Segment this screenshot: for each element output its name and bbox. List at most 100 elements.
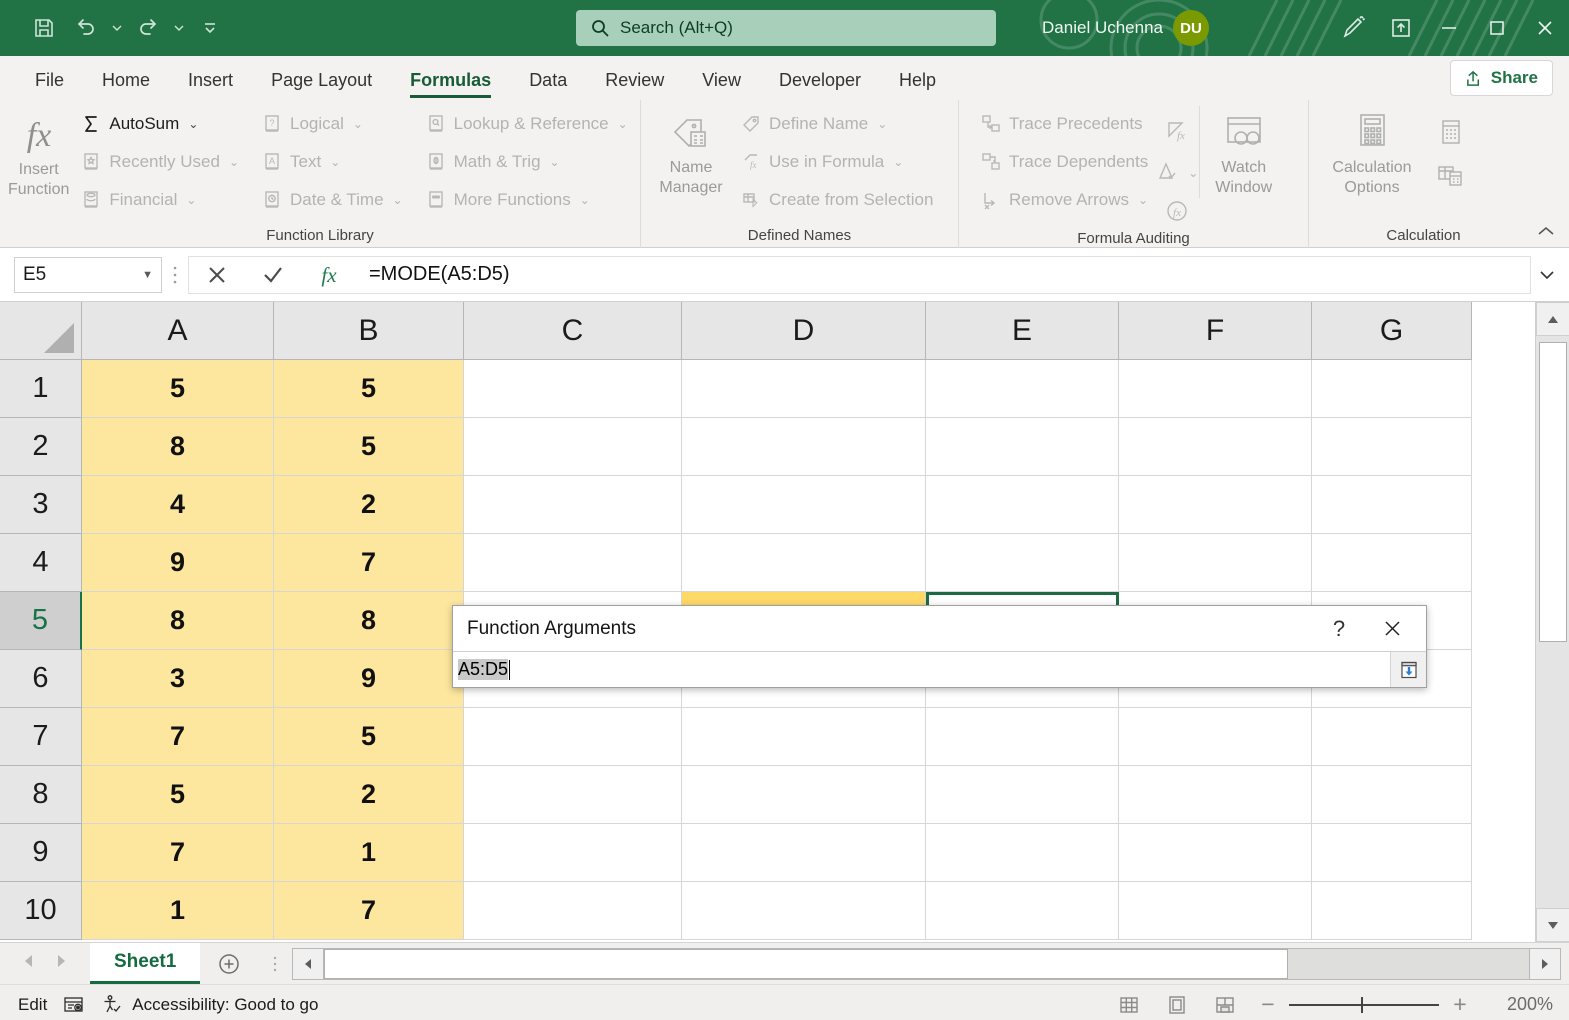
zoom-slider-handle[interactable] xyxy=(1361,996,1363,1013)
record-macro-button[interactable] xyxy=(63,994,85,1016)
cell-D8[interactable] xyxy=(682,766,926,824)
cell-C3[interactable] xyxy=(464,476,682,534)
share-button[interactable]: Share xyxy=(1449,60,1553,96)
column-header-f[interactable]: F xyxy=(1119,302,1312,360)
dialog-help-button[interactable]: ? xyxy=(1318,606,1360,651)
cell-B2[interactable]: 5 xyxy=(274,418,464,476)
cell-E9[interactable] xyxy=(926,824,1119,882)
previous-sheet-button[interactable] xyxy=(22,953,36,974)
page-break-preview-button[interactable] xyxy=(1203,989,1247,1020)
tab-data[interactable]: Data xyxy=(510,60,586,100)
cell-E1[interactable] xyxy=(926,360,1119,418)
cell-A10[interactable]: 1 xyxy=(82,882,274,940)
cell-D7[interactable] xyxy=(682,708,926,766)
accessibility-status[interactable]: Accessibility: Good to go xyxy=(101,994,318,1016)
cell-C2[interactable] xyxy=(464,418,682,476)
vertical-scroll-thumb[interactable] xyxy=(1539,342,1567,642)
zoom-out-button[interactable]: − xyxy=(1251,989,1285,1020)
row-header-7[interactable]: 7 xyxy=(0,708,82,766)
insert-function-button[interactable]: fx Insert Function xyxy=(8,106,69,200)
cell-F3[interactable] xyxy=(1119,476,1312,534)
argument-input[interactable]: A5:D5 xyxy=(453,652,1390,687)
vertical-scrollbar[interactable] xyxy=(1535,302,1569,942)
column-header-b[interactable]: B xyxy=(274,302,464,360)
page-layout-view-button[interactable] xyxy=(1155,989,1199,1020)
cell-G4[interactable] xyxy=(1312,534,1472,592)
cell-E3[interactable] xyxy=(926,476,1119,534)
next-sheet-button[interactable] xyxy=(54,953,68,974)
cell-F8[interactable] xyxy=(1119,766,1312,824)
cell-F9[interactable] xyxy=(1119,824,1312,882)
cell-A5[interactable]: 8 xyxy=(82,592,274,650)
horizontal-scroll-thumb[interactable] xyxy=(324,948,1289,979)
cell-F1[interactable] xyxy=(1119,360,1312,418)
cell-E2[interactable] xyxy=(926,418,1119,476)
undo-dropdown[interactable] xyxy=(108,8,126,48)
tab-developer[interactable]: Developer xyxy=(760,60,880,100)
insert-function-bar-button[interactable]: fx xyxy=(301,256,357,294)
minimize-button[interactable] xyxy=(1425,0,1473,56)
cell-B9[interactable]: 1 xyxy=(274,824,464,882)
redo-button[interactable] xyxy=(128,8,168,48)
zoom-level[interactable]: 200% xyxy=(1481,994,1553,1015)
tab-insert[interactable]: Insert xyxy=(169,60,252,100)
cell-G7[interactable] xyxy=(1312,708,1472,766)
tab-view[interactable]: View xyxy=(683,60,760,100)
row-header-3[interactable]: 3 xyxy=(0,476,82,534)
cell-A3[interactable]: 4 xyxy=(82,476,274,534)
maximize-button[interactable] xyxy=(1473,0,1521,56)
cell-A8[interactable]: 5 xyxy=(82,766,274,824)
cell-E10[interactable] xyxy=(926,882,1119,940)
row-header-6[interactable]: 6 xyxy=(0,650,82,708)
cell-A6[interactable]: 3 xyxy=(82,650,274,708)
cell-F4[interactable] xyxy=(1119,534,1312,592)
cell-C9[interactable] xyxy=(464,824,682,882)
tab-formulas[interactable]: Formulas xyxy=(391,60,510,100)
row-header-8[interactable]: 8 xyxy=(0,766,82,824)
cell-B10[interactable]: 7 xyxy=(274,882,464,940)
name-box[interactable]: E5 ▼ xyxy=(14,256,162,293)
cell-A7[interactable]: 7 xyxy=(82,708,274,766)
cell-C4[interactable] xyxy=(464,534,682,592)
add-sheet-button[interactable] xyxy=(200,943,258,984)
cell-C8[interactable] xyxy=(464,766,682,824)
cell-D9[interactable] xyxy=(682,824,926,882)
cell-G10[interactable] xyxy=(1312,882,1472,940)
formula-input[interactable]: =MODE(A5:D5) xyxy=(357,255,1531,294)
ribbon-display-options-button[interactable] xyxy=(1377,0,1425,56)
column-header-g[interactable]: G xyxy=(1312,302,1472,360)
cell-A2[interactable]: 8 xyxy=(82,418,274,476)
cell-G1[interactable] xyxy=(1312,360,1472,418)
cell-E8[interactable] xyxy=(926,766,1119,824)
customize-qat-button[interactable] xyxy=(190,8,230,48)
cell-B7[interactable]: 5 xyxy=(274,708,464,766)
column-header-c[interactable]: C xyxy=(464,302,682,360)
cell-C1[interactable] xyxy=(464,360,682,418)
cell-D3[interactable] xyxy=(682,476,926,534)
cell-B8[interactable]: 2 xyxy=(274,766,464,824)
expand-formula-bar-button[interactable] xyxy=(1531,256,1563,294)
tab-file[interactable]: File xyxy=(16,60,83,100)
tab-page-layout[interactable]: Page Layout xyxy=(252,60,391,100)
horizontal-scroll-track[interactable] xyxy=(324,947,1529,980)
scroll-down-button[interactable] xyxy=(1536,908,1569,942)
cell-B4[interactable]: 7 xyxy=(274,534,464,592)
undo-button[interactable] xyxy=(66,8,106,48)
column-header-e[interactable]: E xyxy=(926,302,1119,360)
formula-bar-grip[interactable] xyxy=(162,257,188,293)
cell-D1[interactable] xyxy=(682,360,926,418)
account-button[interactable]: Daniel Uchenna DU xyxy=(1042,0,1209,56)
tab-review[interactable]: Review xyxy=(586,60,683,100)
cell-F10[interactable] xyxy=(1119,882,1312,940)
cell-B6[interactable]: 9 xyxy=(274,650,464,708)
row-header-9[interactable]: 9 xyxy=(0,824,82,882)
scroll-up-button[interactable] xyxy=(1536,302,1569,336)
select-all-button[interactable] xyxy=(0,302,82,360)
cancel-button[interactable] xyxy=(189,256,245,294)
cell-B3[interactable]: 2 xyxy=(274,476,464,534)
dialog-close-button[interactable] xyxy=(1368,606,1416,651)
cell-F7[interactable] xyxy=(1119,708,1312,766)
cell-A1[interactable]: 5 xyxy=(82,360,274,418)
autosum-button[interactable]: AutoSum ⌄ xyxy=(73,106,246,142)
cell-D4[interactable] xyxy=(682,534,926,592)
